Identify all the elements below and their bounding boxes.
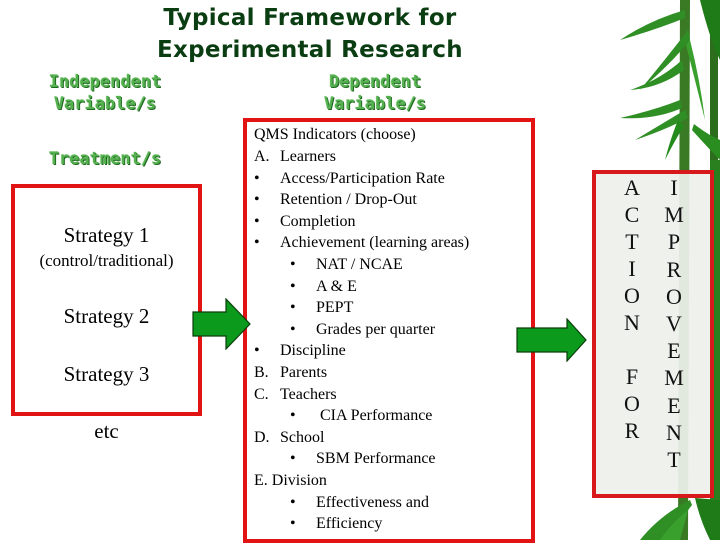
indicator-text: Teachers [280,385,337,403]
improvement-letter: R [666,256,682,282]
indicator-marker: • [290,299,296,317]
indicator-text: Effectiveness and [316,493,429,511]
title-line-2: Experimental Research [157,37,463,63]
indicator-marker: • [254,342,260,360]
strategy-3-label: Strategy 3 [63,362,150,386]
indicator-marker: • [254,234,260,252]
indicator-marker: • [254,169,260,187]
indicator-text: Grades per quarter [316,320,436,338]
slide-title: Typical Framework for Experimental Resea… [100,2,520,66]
improvement-letter: T [667,447,681,472]
indicator-text: Division [271,472,327,489]
indicator-marker: • [290,320,296,338]
indicator-marker: A. [254,148,270,165]
action-for-letter: T [625,229,639,254]
independent-heading-line-1: Independent [48,72,162,92]
improvement-letter: M [664,202,684,228]
indicator-marker: • [290,515,296,533]
strategy-1-label: Strategy 1 [63,223,150,247]
improvement-letter: E [667,338,681,364]
dependent-heading-line-2: Variable/s [323,94,427,114]
indicator-text: Retention / Drop-Out [280,191,417,209]
action-for-letter: I [628,256,636,281]
indicator-text: PEPT [316,299,354,317]
indicator-text: Learners [280,148,336,165]
strategy-2-label: Strategy 2 [63,304,150,328]
indicator-text: NAT / NCAE [316,256,403,273]
arrow-right-icon [192,298,251,350]
indicator-marker: • [290,450,296,468]
improvement-letter: N [666,419,682,445]
dependent-variables-heading: Dependent Variable/s [290,71,460,115]
improvement-letter: I [670,175,678,200]
indicator-text: CIA Performance [316,407,433,425]
indicator-text: Completion [280,212,356,230]
arrow-right-icon [516,318,587,362]
indicator-text: SBM Performance [316,450,436,468]
indicator-marker: • [290,407,296,425]
indicator-marker: • [254,191,260,209]
action-for-letter: A [624,175,640,200]
indicator-marker: • [290,493,296,511]
independent-heading-line-2: Variable/s [53,94,157,114]
indicators-heading: QMS Indicators (choose) [254,126,416,143]
action-for-letter: R [624,418,640,443]
dependent-heading-line-1: Dependent [328,72,422,92]
indicator-marker: B. [254,364,269,381]
treatments-heading: Treatment/s [48,149,162,169]
improvement-letter: V [666,311,682,336]
independent-variables-heading: Independent Variable/s [20,71,190,115]
indicator-marker: C. [254,385,269,403]
action-for-improvement-box [592,170,714,498]
title-line-1: Typical Framework for [163,5,457,31]
improvement-letter: M [664,365,684,391]
indicator-marker: • [290,256,296,273]
action-for-letter: O [624,283,640,308]
action-for-letter: C [624,202,640,227]
indicator-text: School [280,428,325,446]
indicator-text: Discipline [280,342,346,360]
strategy-etc-label: etc [94,419,119,443]
indicator-marker: D. [254,428,270,446]
indicator-text: Achievement (learning areas) [280,234,470,252]
indicator-text: Access/Participation Rate [280,169,445,187]
action-for-letter: N [624,310,640,335]
indicator-marker: • [290,277,296,295]
indicator-marker: • [254,212,260,230]
indicator-item: E. Division [254,470,327,492]
improvement-letter: E [667,392,681,418]
indicator-text: E. [254,472,268,489]
indicator-text: Efficiency [316,515,383,533]
indicator-text: Parents [280,364,328,381]
indicator-text: A & E [316,277,357,295]
improvement-letter: O [666,283,682,309]
action-for-letter: F [625,364,639,389]
strategy-1-sub: (control/traditional) [39,251,174,270]
action-for-letter: O [624,391,640,416]
improvement-letter: P [667,229,681,255]
